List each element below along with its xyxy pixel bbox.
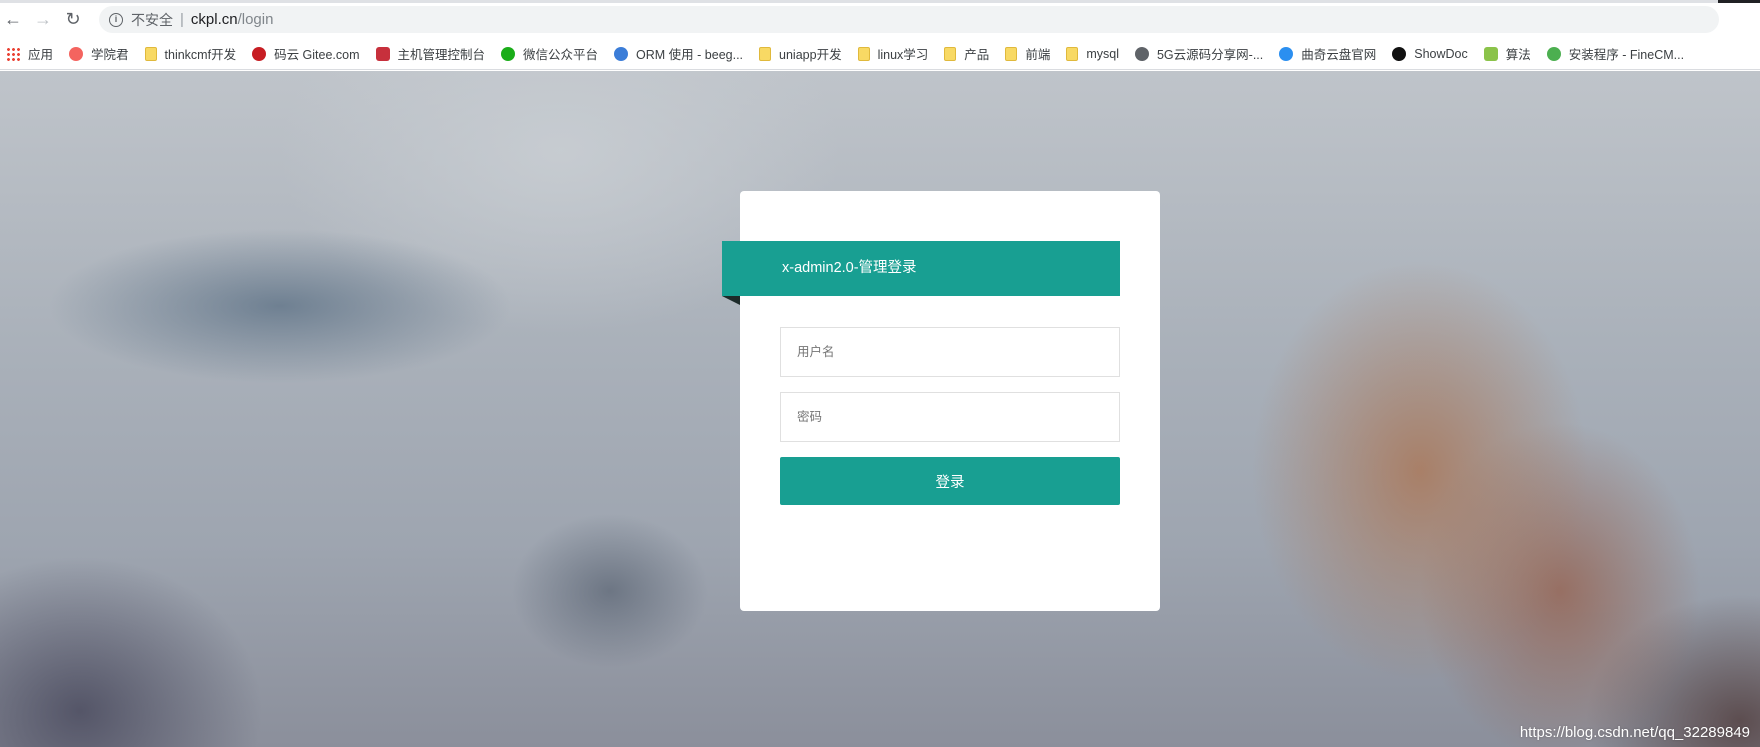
address-bar[interactable]: i 不安全 | ckpl.cn /login <box>99 6 1719 33</box>
folder-icon <box>759 46 772 61</box>
laravel-icon <box>69 46 84 61</box>
url-path: /login <box>237 11 274 28</box>
security-label[interactable]: 不安全 <box>131 10 173 30</box>
bookmark-item[interactable]: 前端 <box>1005 44 1050 63</box>
bookmark-item[interactable]: uniapp开发 <box>759 44 842 63</box>
username-input[interactable] <box>780 327 1120 377</box>
login-page-background: x-admin2.0-管理登录 登录 https://blog.csdn.net… <box>0 71 1760 747</box>
bookmark-item[interactable]: ORM 使用 - beeg... <box>614 44 743 63</box>
bookmark-item[interactable]: 微信公众平台 <box>501 44 598 63</box>
browser-toolbar: ← → ↻ i 不安全 | ckpl.cn /login <box>0 0 1760 38</box>
bookmark-label: ShowDoc <box>1414 46 1468 61</box>
bookmark-label: 前端 <box>1025 48 1051 62</box>
bookmark-item[interactable]: 主机管理控制台 <box>375 44 486 63</box>
bookmark-item[interactable]: 产品 <box>944 44 989 63</box>
login-button[interactable]: 登录 <box>780 457 1120 505</box>
bookmark-item[interactable]: thinkcmf开发 <box>144 44 237 63</box>
bookmark-label: 微信公众平台 <box>523 48 599 62</box>
bookmark-label: ORM 使用 - beeg... <box>636 48 744 62</box>
leetcode-icon <box>1483 46 1498 61</box>
diamond-icon <box>375 46 390 61</box>
login-title: x-admin2.0-管理登录 <box>782 260 917 276</box>
bookmark-label: uniapp开发 <box>779 48 842 62</box>
bookmark-label: 应用 <box>28 48 54 62</box>
bookmark-label: 曲奇云盘官网 <box>1301 48 1377 62</box>
bookmark-label: 5G云源码分享网-... <box>1156 48 1264 62</box>
password-input[interactable] <box>780 392 1120 442</box>
globe-icon <box>1134 46 1149 61</box>
apps-grid-icon <box>6 46 20 61</box>
folder-icon <box>944 46 957 61</box>
tab-strip-edge <box>0 0 1760 3</box>
beego-icon <box>614 46 629 61</box>
folder-icon <box>857 46 870 61</box>
reload-icon[interactable]: ↻ <box>60 6 86 32</box>
bookmark-label: mysql <box>1086 46 1119 61</box>
bookmark-item[interactable]: ShowDoc <box>1392 46 1468 61</box>
bookmark-item[interactable]: 学院君 <box>69 44 129 63</box>
bookmark-label: 码云 Gitee.com <box>274 48 360 62</box>
finecms-icon <box>1546 46 1561 61</box>
folder-icon <box>1066 46 1079 61</box>
bookmark-label: thinkcmf开发 <box>164 48 237 62</box>
back-arrow-icon[interactable]: ← <box>0 6 26 32</box>
forward-arrow-icon[interactable]: → <box>30 6 56 32</box>
login-card: x-admin2.0-管理登录 登录 <box>722 191 1160 611</box>
folder-icon <box>1005 46 1018 61</box>
bookmark-item[interactable]: 安装程序 - FineCM... <box>1546 44 1685 63</box>
bookmark-item[interactable]: 算法 <box>1483 44 1531 63</box>
bookmark-label: 算法 <box>1505 48 1531 62</box>
ribbon-fold <box>722 296 740 305</box>
login-title-ribbon: x-admin2.0-管理登录 <box>722 241 1120 296</box>
showdoc-icon <box>1392 46 1407 61</box>
bookmark-item[interactable]: 码云 Gitee.com <box>252 44 360 63</box>
bookmark-item[interactable]: linux学习 <box>857 44 929 63</box>
bookmark-label: linux学习 <box>877 48 929 62</box>
bookmark-item[interactable]: 5G云源码分享网-... <box>1134 44 1264 63</box>
info-icon[interactable]: i <box>109 12 123 27</box>
bookmark-label: 产品 <box>964 48 990 62</box>
bookmark-item[interactable]: mysql <box>1066 46 1119 61</box>
url-host: ckpl.cn <box>190 11 238 28</box>
bookmark-label: 学院君 <box>91 48 129 62</box>
watermark-text: https://blog.csdn.net/qq_32289849 <box>1519 724 1750 741</box>
cloud-icon <box>1279 46 1294 61</box>
wechat-icon <box>501 46 516 61</box>
bookmarks-bar: 应用 学院君 thinkcmf开发 码云 Gitee.com 主机管理控制台 微信公众平台… <box>0 38 1760 70</box>
gitee-icon <box>252 46 267 61</box>
bookmark-label: 安装程序 - FineCM... <box>1568 48 1685 62</box>
folder-icon <box>144 46 157 61</box>
bookmark-label: 主机管理控制台 <box>397 48 486 62</box>
bookmark-item[interactable]: 曲奇云盘官网 <box>1279 44 1376 63</box>
address-separator: | <box>180 11 184 28</box>
bookmark-item[interactable]: 应用 <box>6 44 53 63</box>
